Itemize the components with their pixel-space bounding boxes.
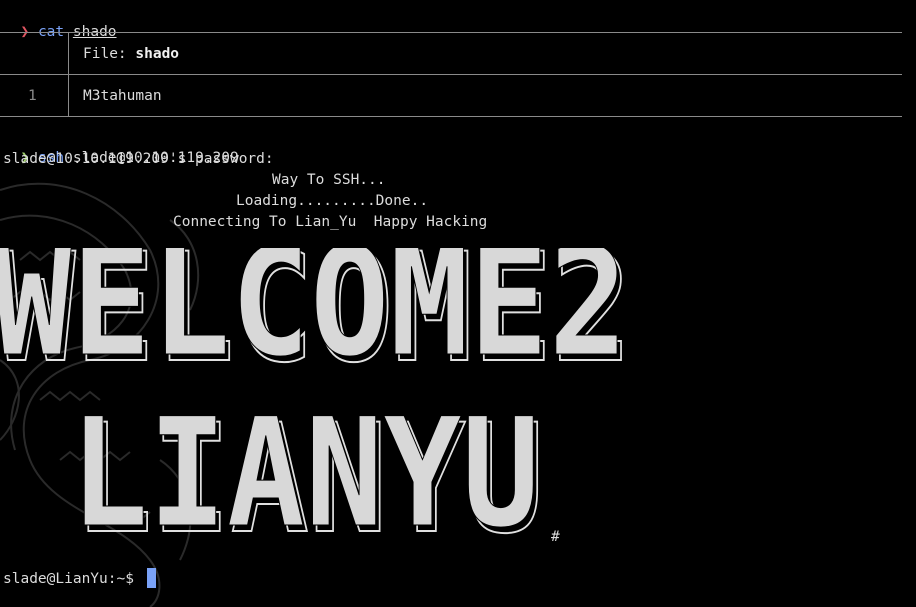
file-line-content: M3tahuman <box>83 88 162 104</box>
shell-prompt: slade@LianYu:~$ <box>3 571 134 587</box>
table-gutter-separator <box>68 32 69 116</box>
banner-welcome2: WELCOME2 WELCOME2 <box>0 248 633 378</box>
table-middle-border <box>0 74 902 75</box>
banner-lianyu-text-fill: LIANYU <box>70 415 540 535</box>
table-bottom-border <box>0 116 902 117</box>
password-prompt: slade@10.10.119.209's password: <box>3 151 274 167</box>
line-number: 1 <box>28 88 37 104</box>
command-line-ssh: ❯ ssh slade@10.10.119.209 <box>3 128 238 166</box>
banner-trailing-hash: # <box>551 529 560 545</box>
table-top-border <box>0 32 902 33</box>
banner-lianyu: LIANYU LIANYU <box>70 415 546 535</box>
file-name: shado <box>135 46 180 62</box>
motd-line-1: Way To SSH... <box>272 172 386 188</box>
file-label: File: <box>83 46 136 62</box>
command-line-cat: ❯ cat shado <box>3 2 116 40</box>
file-header: File: shado <box>83 44 179 64</box>
motd-line-3: Connecting To Lian_Yu Happy Hacking <box>173 214 488 230</box>
terminal-cursor[interactable] <box>147 568 156 588</box>
banner-welcome2-text-fill: WELCOME2 <box>0 248 628 378</box>
motd-line-2: Loading.........Done.. <box>236 193 429 209</box>
